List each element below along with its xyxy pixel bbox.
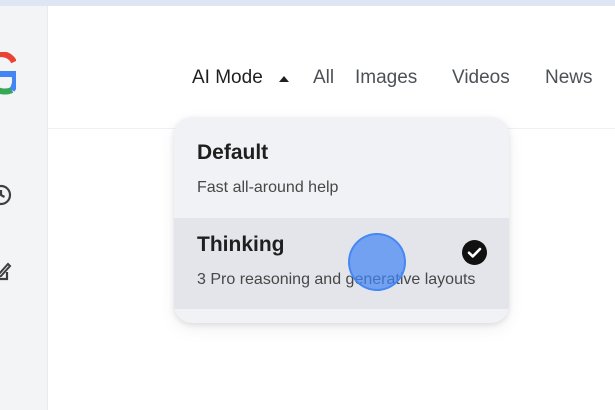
page: AI Mode All Images Videos News Default F…	[0, 0, 615, 410]
option-description: 3 Pro reasoning and generative layouts	[197, 271, 476, 288]
menu-option-thinking[interactable]: Thinking 3 Pro reasoning and generative …	[174, 218, 509, 309]
tab-images[interactable]: Images	[355, 66, 417, 90]
check-circle-icon	[462, 240, 487, 265]
caret-up-icon[interactable]	[279, 76, 289, 82]
menu-option-default[interactable]: Default Fast all-around help	[174, 117, 509, 218]
tab-ai-mode[interactable]: AI Mode	[192, 66, 263, 90]
search-tabs-bar: AI Mode All Images Videos News	[48, 6, 615, 129]
google-g-logo-icon[interactable]	[0, 52, 16, 96]
tab-videos[interactable]: Videos	[452, 66, 510, 90]
tab-all[interactable]: All	[313, 66, 334, 90]
edit-icon[interactable]	[0, 260, 12, 282]
model-dropdown-menu: Default Fast all-around help Thinking 3 …	[174, 117, 509, 323]
option-title: Default	[197, 141, 269, 164]
cursor-indicator	[348, 233, 406, 291]
tab-news[interactable]: News	[545, 66, 593, 90]
option-title: Thinking	[197, 233, 285, 256]
option-description: Fast all-around help	[197, 179, 339, 196]
history-icon[interactable]	[0, 184, 12, 206]
left-rail	[0, 6, 48, 410]
